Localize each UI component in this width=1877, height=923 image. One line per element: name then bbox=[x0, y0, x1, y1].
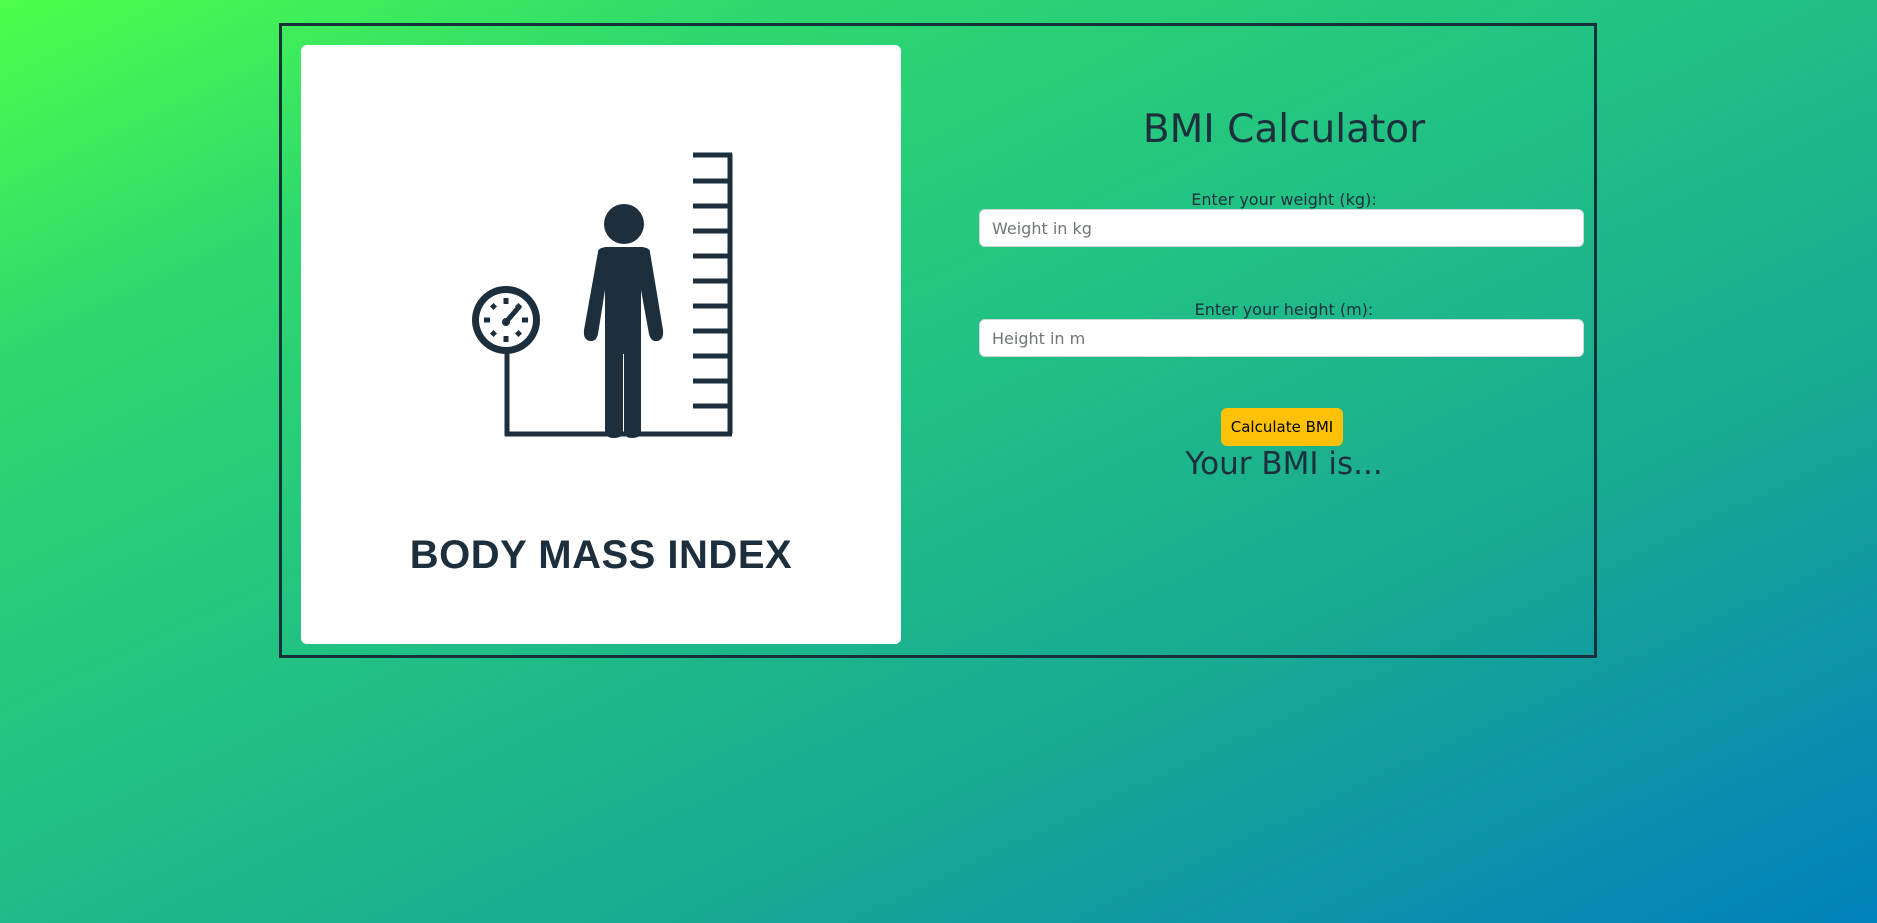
person-icon bbox=[583, 204, 664, 438]
height-input[interactable] bbox=[979, 319, 1584, 357]
page-title: BMI Calculator bbox=[1142, 107, 1426, 152]
bmi-result-text: Your BMI is... bbox=[1185, 446, 1383, 482]
app-container: BODY MASS INDEX BMI Calculator Enter you… bbox=[279, 23, 1597, 658]
illustration-caption: BODY MASS INDEX bbox=[409, 533, 793, 577]
calculate-bmi-button[interactable]: Calculate BMI bbox=[1221, 408, 1343, 446]
weight-label: Enter your weight (kg): bbox=[1191, 190, 1377, 209]
bmi-illustration: BODY MASS INDEX bbox=[301, 45, 901, 644]
scale-gauge-icon bbox=[472, 286, 540, 354]
weight-input[interactable] bbox=[979, 209, 1584, 247]
bmi-form: BMI Calculator Enter your weight (kg): E… bbox=[979, 26, 1589, 656]
height-label: Enter your height (m): bbox=[1194, 300, 1374, 319]
